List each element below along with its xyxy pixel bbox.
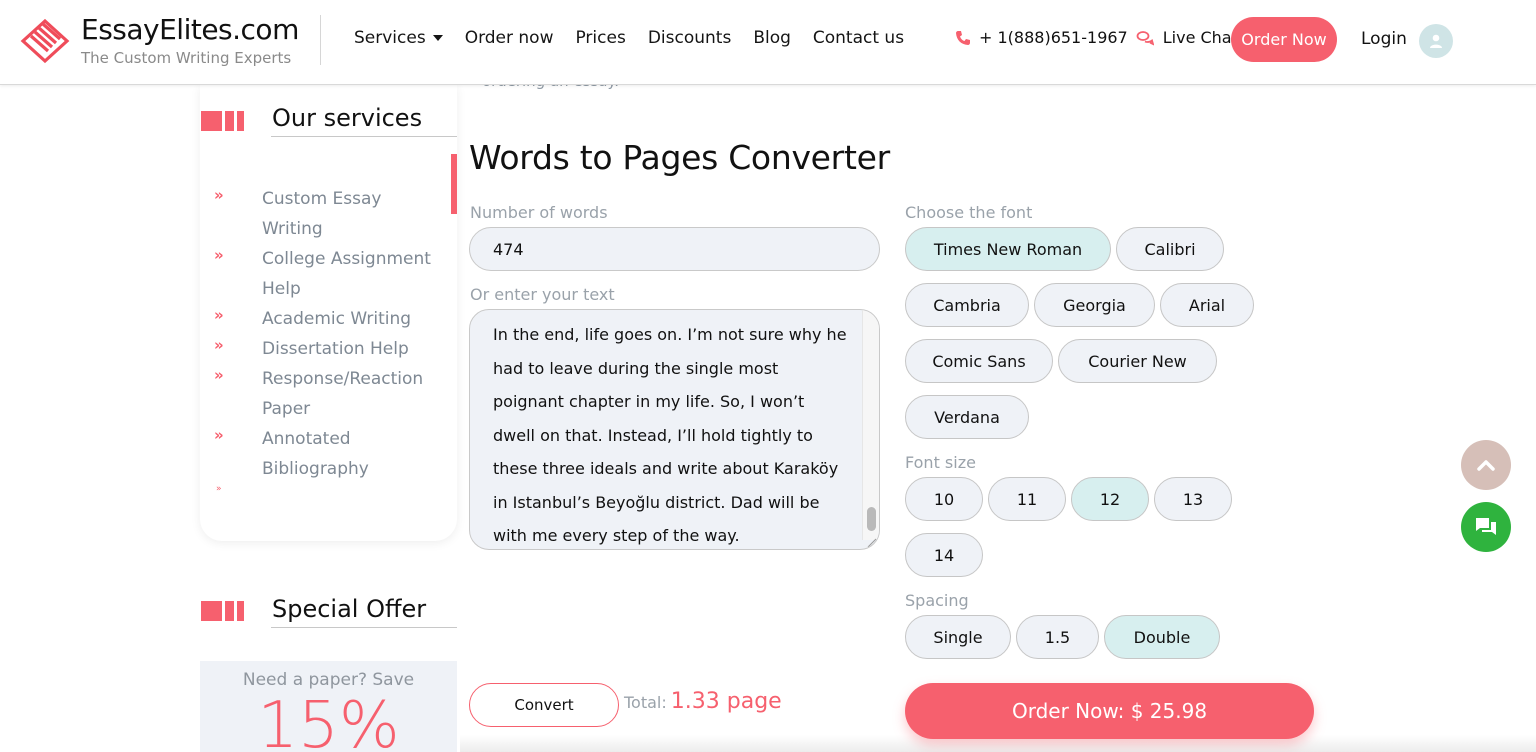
double-chevron-icon: » bbox=[214, 336, 224, 354]
font-size-options: 10 11 12 13 14 bbox=[905, 477, 1245, 577]
font-option-verdana[interactable]: Verdana bbox=[905, 395, 1029, 439]
number-of-words-input[interactable] bbox=[469, 227, 880, 271]
header-divider bbox=[320, 15, 321, 65]
user-icon bbox=[1430, 34, 1442, 48]
double-chevron-icon: » bbox=[214, 426, 224, 444]
phone-number[interactable]: + 1(888)651-1967 bbox=[979, 28, 1128, 47]
spacing-option-single[interactable]: Single bbox=[905, 615, 1011, 659]
spacing-label: Spacing bbox=[905, 591, 969, 610]
service-label: Dissertation Help bbox=[262, 339, 409, 359]
font-option-cambria[interactable]: Cambria bbox=[905, 283, 1029, 327]
service-item-college-assignment[interactable]: » College Assignment Help bbox=[214, 244, 434, 304]
nav-contact-us[interactable]: Contact us bbox=[813, 28, 904, 48]
logo[interactable]: EssayElites.com The Custom Writing Exper… bbox=[20, 14, 299, 68]
double-chevron-icon: » bbox=[214, 366, 224, 384]
convert-button[interactable]: Convert bbox=[469, 683, 619, 727]
text-input-wrapper: In the end, life goes on. I’m not sure w… bbox=[469, 309, 880, 550]
font-option-times-new-roman[interactable]: Times New Roman bbox=[905, 227, 1111, 271]
chat-widget-button[interactable] bbox=[1461, 502, 1511, 552]
textarea-scrollbar[interactable] bbox=[862, 310, 879, 540]
logo-title: EssayElites.com bbox=[81, 13, 299, 46]
nav-discounts[interactable]: Discounts bbox=[648, 28, 732, 48]
more-services-indicator: » bbox=[216, 484, 222, 494]
service-label: Response/Reaction Paper bbox=[262, 369, 424, 419]
double-chevron-icon: » bbox=[214, 186, 224, 204]
nav-prices[interactable]: Prices bbox=[575, 28, 625, 48]
total-label: Total: bbox=[624, 693, 667, 712]
nav-blog[interactable]: Blog bbox=[753, 28, 791, 48]
logo-tagline: The Custom Writing Experts bbox=[81, 49, 292, 67]
service-label: Custom Essay Writing bbox=[262, 189, 382, 239]
font-size-option-12[interactable]: 12 bbox=[1071, 477, 1149, 521]
order-now-price-button[interactable]: Order Now: $ 25.98 bbox=[905, 683, 1314, 739]
service-item-dissertation-help[interactable]: » Dissertation Help bbox=[214, 334, 454, 364]
live-chat-icon bbox=[1136, 30, 1154, 45]
services-bars-icon bbox=[201, 111, 244, 131]
caret-down-icon bbox=[432, 35, 443, 41]
font-size-option-14[interactable]: 14 bbox=[905, 533, 983, 577]
header-order-now-button[interactable]: Order Now bbox=[1231, 17, 1337, 62]
text-label: Or enter your text bbox=[470, 285, 615, 304]
nav-services-label: Services bbox=[354, 28, 426, 48]
double-chevron-icon: » bbox=[214, 246, 224, 264]
chat-bubbles-icon bbox=[1476, 518, 1496, 535]
service-label: Annotated Bibliography bbox=[262, 429, 369, 479]
font-option-calibri[interactable]: Calibri bbox=[1116, 227, 1224, 271]
special-offer-box[interactable]: Need a paper? Save 15% bbox=[200, 661, 457, 752]
font-size-option-11[interactable]: 11 bbox=[988, 477, 1066, 521]
services-title: Our services bbox=[271, 104, 457, 137]
service-item-annotated-bibliography[interactable]: » Annotated Bibliography bbox=[214, 424, 374, 484]
font-label: Choose the font bbox=[905, 203, 1033, 222]
contact-info: + 1(888)651-1967 Live Chat bbox=[955, 28, 1238, 47]
spacing-option-double[interactable]: Double bbox=[1104, 615, 1220, 659]
special-offer-title: Special Offer bbox=[271, 595, 457, 628]
total-value: 1.33 page bbox=[670, 689, 782, 714]
nav-services[interactable]: Services bbox=[354, 28, 443, 48]
converter-title: Words to Pages Converter bbox=[469, 138, 890, 177]
font-option-courier-new[interactable]: Courier New bbox=[1058, 339, 1217, 383]
font-options: Times New Roman Calibri Cambria Georgia … bbox=[905, 227, 1265, 439]
spacing-options: Single 1.5 Double bbox=[905, 615, 1265, 659]
service-label: Academic Writing bbox=[262, 309, 412, 329]
main-nav: Services Order now Prices Discounts Blog… bbox=[354, 28, 926, 48]
service-item-response-reaction[interactable]: » Response/Reaction Paper bbox=[214, 364, 424, 424]
logo-mark-icon bbox=[20, 18, 70, 64]
font-option-arial[interactable]: Arial bbox=[1160, 283, 1254, 327]
resize-handle-icon[interactable] bbox=[864, 536, 878, 548]
font-size-label: Font size bbox=[905, 453, 976, 472]
service-item-academic-writing[interactable]: » Academic Writing bbox=[214, 304, 454, 334]
phone-icon bbox=[956, 30, 970, 45]
service-item-custom-essay[interactable]: » Custom Essay Writing bbox=[214, 184, 424, 244]
service-label: College Assignment Help bbox=[262, 249, 431, 299]
font-size-option-13[interactable]: 13 bbox=[1154, 477, 1232, 521]
double-chevron-icon: » bbox=[214, 306, 224, 324]
offer-percentage: 15% bbox=[257, 689, 400, 752]
services-list: » Custom Essay Writing » College Assignmen… bbox=[214, 184, 454, 484]
total-result: Total: 1.33 page bbox=[624, 689, 782, 714]
words-label: Number of words bbox=[470, 203, 608, 222]
live-chat-link[interactable]: Live Chat bbox=[1163, 28, 1238, 47]
login-link[interactable]: Login bbox=[1361, 29, 1407, 49]
offer-subtitle: Need a paper? Save bbox=[242, 670, 415, 690]
font-option-comic-sans[interactable]: Comic Sans bbox=[905, 339, 1053, 383]
font-size-option-10[interactable]: 10 bbox=[905, 477, 983, 521]
scrollbar-thumb[interactable] bbox=[867, 507, 876, 531]
spacing-option-1-5[interactable]: 1.5 bbox=[1016, 615, 1099, 659]
font-option-georgia[interactable]: Georgia bbox=[1034, 283, 1155, 327]
text-input[interactable]: In the end, life goes on. I’m not sure w… bbox=[470, 310, 864, 549]
chevron-up-icon bbox=[1477, 460, 1495, 471]
site-header: EssayElites.com The Custom Writing Exper… bbox=[0, 0, 1536, 85]
nav-order-now[interactable]: Order now bbox=[465, 28, 554, 48]
offer-bars-icon bbox=[201, 601, 244, 621]
user-avatar[interactable] bbox=[1419, 24, 1453, 58]
scroll-to-top-button[interactable] bbox=[1461, 440, 1511, 490]
